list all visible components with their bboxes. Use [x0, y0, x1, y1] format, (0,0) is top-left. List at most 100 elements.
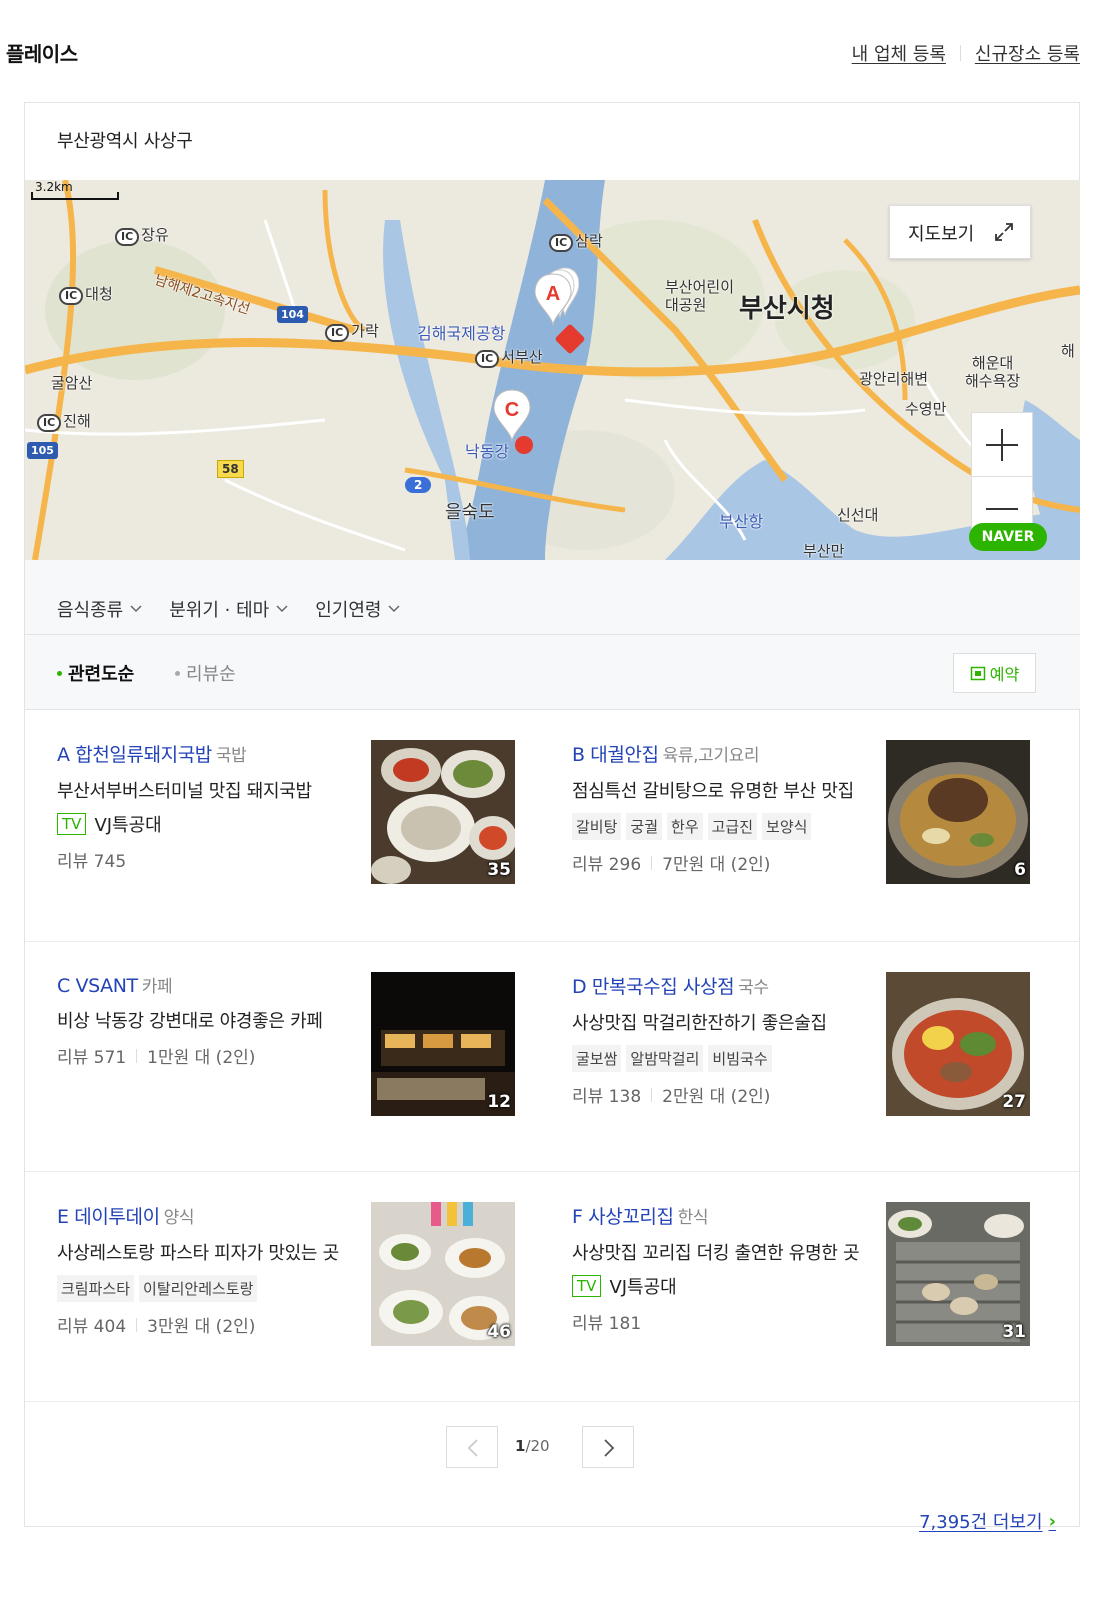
map-label-jangyu: IC 장유: [115, 224, 169, 246]
place-thumbnail[interactable]: 12: [371, 972, 515, 1116]
place-description: 부산서부버스터미널 맛집 돼지국밥: [57, 781, 312, 802]
place-description: 사상맛집 꼬리집 더킹 출연한 유명한 곳: [572, 1243, 860, 1264]
place-thumbnail[interactable]: 35: [371, 740, 515, 884]
page-indicator: 1/20: [515, 1437, 550, 1455]
divider: [136, 1048, 138, 1063]
map-label-daecheong: IC 대청: [59, 283, 113, 305]
prev-page-button[interactable]: [446, 1426, 498, 1468]
filter-popular-age[interactable]: 인기연령: [315, 584, 401, 634]
map-label-suyeongman: 수영만: [905, 400, 947, 418]
chevron-left-icon: [467, 1439, 478, 1457]
sort-reviews[interactable]: 리뷰순: [175, 660, 236, 686]
route-shield-2: 2: [405, 477, 432, 493]
filter-mood-theme[interactable]: 분위기 · 테마: [169, 584, 289, 634]
divider: [136, 1317, 138, 1332]
map-scale-bar: [31, 192, 119, 200]
place-thumbnail[interactable]: 46: [371, 1202, 515, 1346]
map-label-sinseondae: 신선대: [837, 506, 879, 524]
place-thumbnail[interactable]: 27: [886, 972, 1030, 1116]
place-panel: 부산광역시 사상구 3.2km IC 장유 IC 대청 굴암산 IC 진해 남해…: [24, 102, 1080, 1527]
place-row: A 합천일류돼지국밥 국밥 부산서부버스터미널 맛집 돼지국밥 TV VJ특공대 리…: [25, 710, 1080, 942]
place-thumbnail[interactable]: 31: [886, 1202, 1030, 1346]
place-list: A 합천일류돼지국밥 국밥 부산서부버스터미널 맛집 돼지국밥 TV VJ특공대 리…: [25, 710, 1080, 1402]
filter-bar: 음식종류 분위기 · 테마 인기연령: [25, 560, 1080, 635]
place-category: 양식: [163, 1208, 195, 1228]
tag[interactable]: 굴보쌈: [572, 1045, 622, 1072]
calendar-icon: [970, 666, 986, 681]
place-category: 카페: [141, 977, 173, 997]
map-label-samrak: IC 삼락: [549, 230, 603, 252]
tag[interactable]: 궁궐: [626, 813, 663, 840]
next-page-button[interactable]: [582, 1426, 634, 1468]
expand-icon: [995, 223, 1013, 241]
tv-badge: TV: [572, 1275, 602, 1297]
photo-count: 27: [1002, 1092, 1026, 1112]
chevron-down-icon: [388, 605, 400, 613]
place-item-f[interactable]: F 사상꼬리집 한식 사상맛집 꼬리집 더킹 출연한 유명한 곳 TV VJ특공대 …: [572, 1202, 1052, 1352]
svg-text:C: C: [505, 399, 519, 421]
zoom-in-button[interactable]: [972, 413, 1032, 477]
divider: [651, 1087, 653, 1102]
place-category: 국밥: [215, 746, 247, 766]
place-item-a[interactable]: A 합천일류돼지국밥 국밥 부산서부버스터미널 맛집 돼지국밥 TV VJ특공대 리…: [57, 740, 537, 890]
tag[interactable]: 갈비탕: [572, 813, 622, 840]
tag[interactable]: 크림파스타: [57, 1275, 135, 1302]
tag[interactable]: 고급진: [707, 813, 758, 840]
chevron-down-icon: [276, 605, 288, 613]
photo-count: 31: [1002, 1322, 1026, 1342]
map-label-children-park: 부산어린이 대공원: [665, 278, 735, 314]
map-label-haeundae: 해운대 해수욕장: [965, 354, 1021, 390]
map-label-jinhae: IC 진해: [37, 410, 91, 432]
tag[interactable]: 이탈리안레스토랑: [139, 1275, 258, 1302]
map[interactable]: 3.2km IC 장유 IC 대청 굴암산 IC 진해 남해제2고속지선 IC 가락 김…: [25, 180, 1080, 560]
place-category: 한식: [677, 1208, 709, 1228]
place-item-b[interactable]: B 대궐안집 육류,고기요리 점심특선 갈비탕으로 유명한 부산 맛집 갈비탕 궁…: [572, 740, 1052, 890]
photo-count: 6: [1014, 860, 1026, 880]
route-shield-104: 104: [277, 306, 308, 323]
place-category: 육류,고기요리: [662, 746, 760, 766]
reserve-filter-button[interactable]: 예약: [953, 653, 1036, 693]
place-item-d[interactable]: D 만복국수집 사상점 국수 사상맛집 막걸리한잔하기 좋은술집 굴보쌈 알밤막걸…: [572, 972, 1052, 1122]
header-links: 내 업체 등록 신규장소 등록: [852, 40, 1080, 66]
photo-count: 12: [487, 1092, 511, 1112]
map-label-busanhang: 부산항: [719, 512, 764, 531]
divider: [651, 855, 653, 870]
svg-text:A: A: [546, 283, 560, 305]
map-pin-a[interactable]: A: [531, 272, 575, 328]
sort-bar: 관련도순 리뷰순 예약: [25, 635, 1080, 710]
place-item-c[interactable]: C VSANT 카페 비상 낙동강 강변대로 야경좋은 카페 리뷰 571 1만원 …: [57, 972, 537, 1122]
tag[interactable]: 보양식: [762, 813, 812, 840]
photo-count: 46: [487, 1322, 511, 1342]
tag[interactable]: 알밤막걸리: [626, 1045, 704, 1072]
map-view-button[interactable]: 지도보기: [889, 205, 1031, 259]
food-photo: [886, 740, 1030, 884]
chevron-down-icon: [130, 605, 142, 613]
active-dot: [57, 670, 62, 676]
place-item-e[interactable]: E 데이투데이 양식 사상레스토랑 파스타 피자가 맛있는 곳 크림파스타 이탈리…: [57, 1202, 537, 1352]
place-description: 사상레스토랑 파스타 피자가 맛있는 곳: [57, 1243, 339, 1264]
map-label-gulamsan: 굴암산: [51, 374, 93, 392]
place-row: E 데이투데이 양식 사상레스토랑 파스타 피자가 맛있는 곳 크림파스타 이탈리…: [25, 1172, 1080, 1402]
tag[interactable]: 한우: [667, 813, 703, 840]
more-results-link[interactable]: 7,395건 더보기 ›: [919, 1508, 1056, 1534]
place-description: 사상맛집 막걸리한잔하기 좋은술집: [572, 1013, 827, 1034]
place-category: 국수: [738, 978, 769, 998]
map-pin-c[interactable]: C: [490, 388, 534, 444]
register-new-place-link[interactable]: 신규장소 등록: [975, 40, 1080, 66]
plus-icon: [986, 429, 1018, 461]
divider: [959, 45, 961, 61]
tag[interactable]: 비빔국수: [708, 1045, 772, 1072]
sort-relevance[interactable]: 관련도순: [57, 660, 134, 686]
inactive-dot: [175, 670, 180, 676]
register-business-link[interactable]: 내 업체 등록: [852, 40, 946, 66]
section-header: 플레이스 내 업체 등록 신규장소 등록: [0, 0, 1104, 100]
map-label-eulsukdo: 을숙도: [445, 502, 495, 523]
place-thumbnail[interactable]: 6: [886, 740, 1030, 884]
place-description: 비상 낙동강 강변대로 야경좋은 카페: [57, 1011, 323, 1032]
route-shield-58: 58: [217, 460, 244, 478]
pagination: 1/20: [25, 1406, 1080, 1496]
route-shield-105: 105: [27, 442, 58, 459]
filter-food-type[interactable]: 음식종류: [57, 584, 143, 634]
map-label-busanman: 부산만: [803, 542, 845, 560]
map-marker-c: [515, 436, 533, 454]
